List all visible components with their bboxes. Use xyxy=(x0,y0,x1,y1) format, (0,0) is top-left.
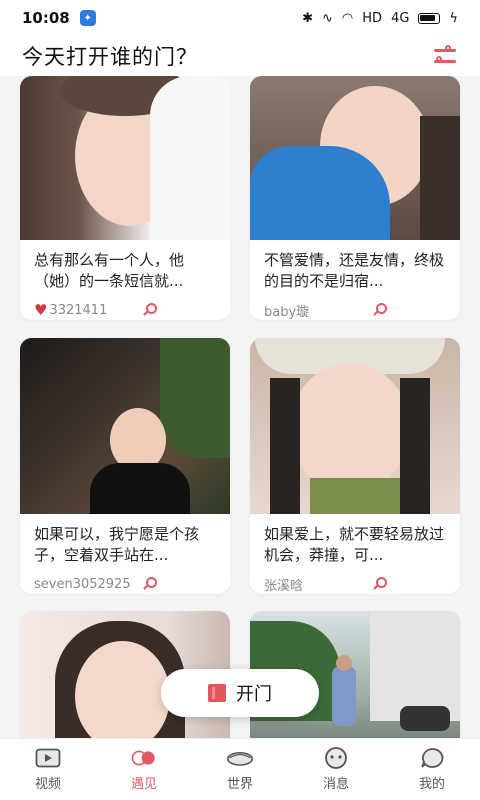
tab-label: 消息 xyxy=(322,777,349,792)
tab-video[interactable]: 视频 xyxy=(0,739,96,800)
page-header: 今天打开谁的门？ xyxy=(0,36,480,76)
door-icon xyxy=(208,684,226,702)
tab-world[interactable]: 世界 xyxy=(192,739,288,800)
card-author: 张溪晗 xyxy=(264,578,304,594)
profile-icon xyxy=(418,747,446,769)
card-description: 如果爱上，就不要轻易放过机会，莽撞，可... xyxy=(264,525,445,564)
tab-messages[interactable]: 消息 xyxy=(288,739,384,800)
status-time: 10:08 xyxy=(22,9,70,27)
tab-meet[interactable]: 遇见 xyxy=(96,739,192,800)
card-meta: 张溪晗 xyxy=(250,566,460,594)
tab-label: 视频 xyxy=(34,777,61,792)
page-title: 今天打开谁的门？ xyxy=(22,45,198,69)
card-feed[interactable]: 总有那么有一个人，他（她）的一条短信就... ♥ 3321411 不管爱情，还是… xyxy=(0,76,480,738)
open-door-button[interactable]: 开门 xyxy=(161,669,319,717)
network-type-label: HD xyxy=(362,10,383,26)
signal-label: 4G xyxy=(391,10,410,26)
card-meta: seven3052925 xyxy=(20,566,230,594)
search-icon[interactable] xyxy=(142,303,157,317)
meet-icon xyxy=(130,747,158,769)
filter-icon[interactable] xyxy=(432,43,458,69)
vibrate-icon: ∿ xyxy=(322,10,333,26)
wifi-icon: ◠ xyxy=(341,10,354,26)
heart-icon: ♥ xyxy=(34,301,48,319)
card-author: seven3052925 xyxy=(34,576,131,592)
card-description: 总有那么有一个人，他（她）的一条短信就... xyxy=(34,251,185,290)
card-description: 如果可以，我宁愿是个孩子，空着双手站在... xyxy=(34,525,200,564)
app-notification-icon: ✦ xyxy=(79,10,96,26)
tab-label: 世界 xyxy=(226,777,253,792)
profile-photo xyxy=(250,338,460,514)
battery-icon xyxy=(418,12,441,24)
tab-profile[interactable]: 我的 xyxy=(384,739,480,800)
card-meta: baby璇 xyxy=(250,292,460,320)
profile-card[interactable]: 不管爱情，还是友情，终极的目的不是归宿... baby璇 xyxy=(250,76,460,320)
charging-icon: ϟ xyxy=(449,10,458,26)
profile-photo xyxy=(20,76,230,240)
bluetooth-icon: ✱ xyxy=(302,10,314,26)
card-meta: ♥ 3321411 xyxy=(20,292,230,320)
world-icon xyxy=(226,747,254,769)
profile-card[interactable]: 总有那么有一个人，他（她）的一条短信就... ♥ 3321411 xyxy=(20,76,230,320)
profile-photo xyxy=(20,338,230,514)
open-door-label: 开门 xyxy=(236,684,272,705)
status-icons: ✱ ∿ ◠ HD 4G ϟ xyxy=(302,11,458,26)
status-bar: 10:08 ✦ ✱ ∿ ◠ HD 4G ϟ xyxy=(0,0,480,36)
tab-label: 遇见 xyxy=(130,777,157,792)
card-author: baby璇 xyxy=(264,304,310,320)
bottom-tab-bar: 视频 遇见 世界 消息 我的 xyxy=(0,738,480,800)
profile-card[interactable]: 如果可以，我宁愿是个孩子，空着双手站在... seven3052925 xyxy=(20,338,230,594)
search-icon[interactable] xyxy=(372,577,387,591)
profile-photo xyxy=(250,76,460,240)
profile-card[interactable]: 如果爱上，就不要轻易放过机会，莽撞，可... 张溪晗 xyxy=(250,338,460,594)
search-icon[interactable] xyxy=(372,303,387,317)
tab-label: 我的 xyxy=(418,777,445,792)
message-icon xyxy=(322,747,350,769)
card-author: 3321411 xyxy=(49,302,108,318)
video-icon xyxy=(34,747,62,769)
card-description: 不管爱情，还是友情，终极的目的不是归宿... xyxy=(264,251,445,290)
search-icon[interactable] xyxy=(142,577,157,591)
